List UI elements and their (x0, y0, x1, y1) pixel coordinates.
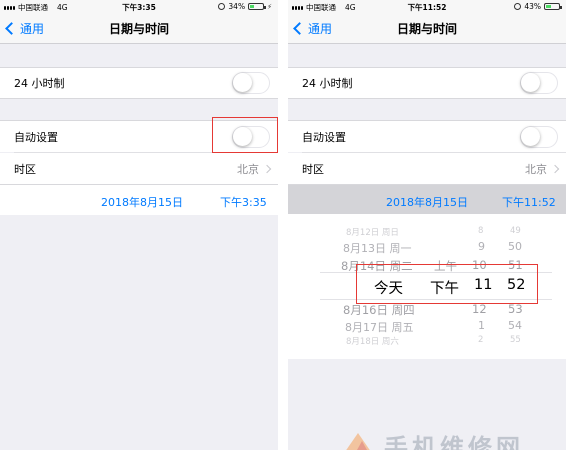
timezone-row[interactable]: 时区 北京 (288, 153, 566, 185)
auto-set-label: 自动设置 (302, 130, 346, 144)
charging-icon: ⚡ (267, 2, 272, 11)
picker-hour[interactable]: 9 (478, 240, 485, 253)
picker-date[interactable]: 8月16日 周四 (343, 302, 415, 318)
right-screen: 中国联通 4G 下午11:52 43% 通用 日期与时间 24 小时制 自动设置… (288, 0, 566, 450)
chevron-right-icon (262, 164, 272, 173)
hour24-row: 24 小时制 (288, 67, 566, 99)
status-right: 43% (514, 2, 562, 11)
picker-minute[interactable]: 53 (508, 302, 523, 316)
time-value[interactable]: 下午11:52 (502, 194, 556, 210)
status-bar: 中国联通 4G 下午3:35 34% ⚡ (0, 0, 278, 14)
picker-date[interactable]: 8月18日 周六 (346, 335, 399, 347)
watermark-logo-icon (340, 432, 376, 450)
picker-minute[interactable]: 49 (510, 226, 521, 236)
picker-hour[interactable]: 2 (478, 335, 483, 345)
left-screen: 中国联通 4G 下午3:35 34% ⚡ 通用 日期与时间 24 小时制 自动设… (0, 0, 278, 450)
picker-date[interactable]: 8月13日 周一 (343, 240, 412, 256)
time-value[interactable]: 下午3:35 (220, 194, 267, 210)
timezone-value: 北京 (237, 161, 272, 177)
hour24-label: 24 小时制 (302, 77, 353, 90)
toggle-knob (521, 73, 540, 92)
alarm-icon (218, 3, 226, 10)
watermark: 手机维修网 (340, 428, 524, 450)
watermark-text: 手机维修网 (384, 434, 524, 450)
timezone-label: 时区 (14, 162, 36, 176)
battery-percent: 34% (228, 2, 246, 11)
status-right: 34% ⚡ (218, 2, 272, 11)
battery-icon (248, 3, 267, 10)
auto-set-row: 自动设置 (288, 120, 566, 152)
date-value[interactable]: 2018年8月15日 (101, 194, 183, 210)
picker-minute[interactable]: 50 (508, 240, 522, 253)
battery-icon (544, 3, 562, 10)
hour24-toggle[interactable] (520, 72, 558, 94)
picker-minute[interactable]: 54 (508, 319, 522, 332)
auto-set-label: 自动设置 (14, 130, 58, 144)
status-bar: 中国联通 4G 下午11:52 43% (288, 0, 566, 14)
hour24-row: 24 小时制 (0, 67, 278, 99)
auto-set-toggle[interactable] (520, 125, 558, 148)
timezone-city: 北京 (525, 162, 547, 176)
nav-bar: 通用 日期与时间 (288, 14, 566, 44)
toggle-knob (233, 73, 252, 92)
timezone-label: 时区 (302, 162, 324, 176)
chevron-right-icon (550, 164, 560, 173)
nav-bar: 通用 日期与时间 (0, 14, 278, 44)
datetime-row[interactable]: 2018年8月15日 下午3:35 (0, 185, 278, 215)
timezone-row[interactable]: 时区 北京 (0, 153, 278, 185)
date-value[interactable]: 2018年8月15日 (386, 194, 468, 210)
datetime-row-selected[interactable]: 2018年8月15日 下午11:52 (288, 185, 566, 215)
toggle-knob (521, 126, 540, 146)
alarm-icon (514, 3, 522, 10)
hour24-label: 24 小时制 (14, 77, 65, 90)
hour24-toggle[interactable] (232, 72, 270, 94)
timezone-value: 北京 (525, 161, 560, 177)
picker-date[interactable]: 8月12日 周日 (346, 226, 399, 238)
battery-percent: 43% (524, 2, 541, 11)
page-title: 日期与时间 (108, 22, 169, 36)
panel-divider (278, 0, 288, 450)
timezone-city: 北京 (237, 162, 259, 176)
picker-hour[interactable]: 1 (478, 319, 485, 332)
picker-date[interactable]: 8月17日 周五 (345, 319, 414, 335)
picker-hour[interactable]: 12 (472, 302, 487, 316)
highlight-box (356, 264, 538, 304)
picker-minute[interactable]: 55 (510, 335, 521, 345)
picker-hour[interactable]: 8 (478, 226, 483, 236)
page-title: 日期与时间 (396, 22, 457, 36)
highlight-box (212, 117, 278, 153)
